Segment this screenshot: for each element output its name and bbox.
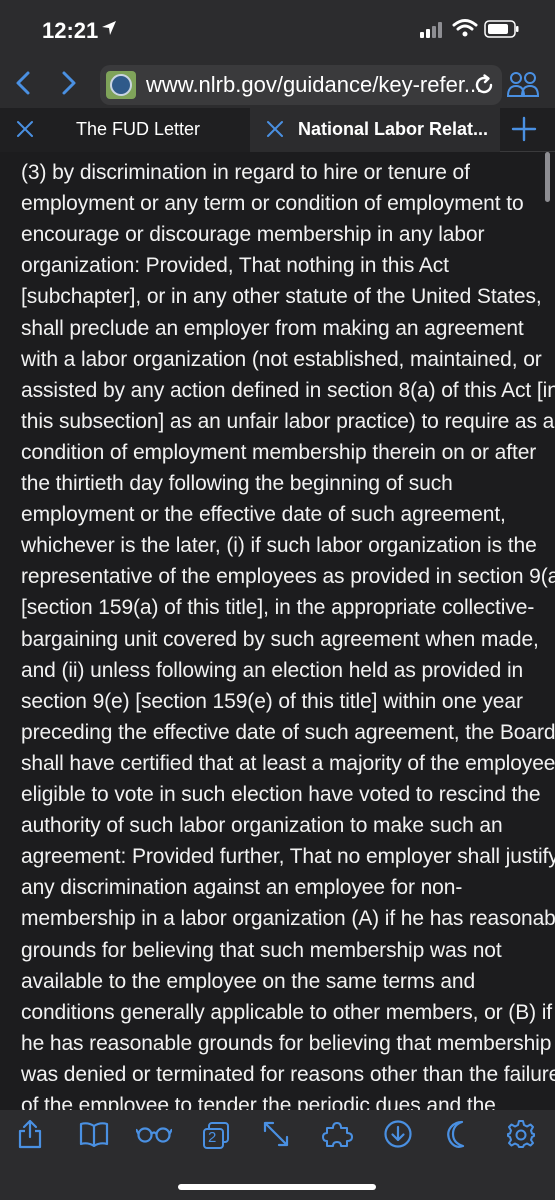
close-icon[interactable] — [16, 120, 34, 143]
bookmarks-icon — [79, 1121, 109, 1152]
resize-icon — [262, 1120, 290, 1153]
text-line: the thirtieth day following the beginnin… — [21, 472, 453, 495]
bookmarks-button[interactable] — [76, 1118, 112, 1154]
text-line: condition of employment membership there… — [21, 440, 537, 464]
url-text: www.nlrb.gov/guidance/key-refer... — [146, 72, 483, 97]
chevron-left-icon — [15, 70, 31, 101]
battery-icon — [484, 20, 520, 43]
tab-title: The FUD Letter — [76, 119, 201, 139]
settings-button[interactable] — [503, 1118, 539, 1154]
reload-icon[interactable] — [472, 73, 496, 102]
text-line: [section 159(a) of this title], in the a… — [21, 596, 535, 620]
location-arrow-icon — [100, 19, 118, 42]
site-favicon — [106, 71, 136, 99]
text-line: organization: Provided, That nothing in … — [21, 254, 449, 278]
text-line: [subchapter], or in any other statute of… — [21, 285, 542, 309]
text-line: assisted by any action defined in sectio… — [21, 378, 555, 402]
resize-button[interactable] — [258, 1118, 294, 1154]
extensions-icon — [321, 1120, 355, 1153]
close-icon[interactable] — [266, 120, 284, 143]
text-line: eligible to vote in such election have v… — [21, 783, 541, 806]
text-line: shall have certified that at least a maj… — [21, 751, 555, 775]
status-time: 12:21 — [42, 18, 99, 43]
text-line: membership in a labor organization (A) i… — [21, 907, 555, 931]
status-bar: 12:21 — [0, 0, 555, 62]
download-icon — [383, 1119, 413, 1154]
share-button[interactable] — [12, 1118, 48, 1154]
text-line: employment or any term or condition of e… — [21, 192, 524, 216]
navigation-bar: www.nlrb.gov/guidance/key-refer... — [0, 62, 555, 108]
text-line: shall preclude an employer from making a… — [21, 316, 524, 340]
wifi-icon — [452, 18, 478, 43]
download-button[interactable] — [380, 1118, 416, 1154]
tabs-icon: 2 — [201, 1121, 231, 1151]
text-line: he has reasonable grounds for believing … — [21, 1031, 552, 1055]
chevron-right-icon — [61, 70, 77, 101]
text-line: was denied or terminated for reasons oth… — [21, 1062, 555, 1086]
text-line: and (ii) unless following an election he… — [21, 658, 524, 682]
reader-glasses-icon — [135, 1124, 173, 1149]
tab-bar: The FUD Letter National Labor Relat... — [0, 108, 555, 152]
share-icon — [17, 1119, 43, 1154]
tabs-button[interactable]: 2 — [198, 1118, 234, 1154]
text-line: encourage or discourage membership in an… — [21, 223, 485, 247]
back-button[interactable] — [8, 62, 38, 108]
reader-button[interactable] — [135, 1118, 173, 1154]
text-line: employment or the effective date of such… — [21, 503, 506, 527]
night-mode-icon — [446, 1119, 474, 1154]
tab-title: National Labor Relat... — [298, 119, 489, 139]
text-line: with a labor organization (not establish… — [21, 347, 542, 371]
shared-users-icon[interactable] — [506, 70, 540, 105]
text-line: representative of the employees as provi… — [21, 565, 555, 589]
cellular-signal-icon — [420, 22, 446, 43]
home-indicator — [178, 1184, 376, 1190]
text-line: preceding the effective date of such agr… — [21, 720, 555, 744]
tab-nlrb[interactable]: National Labor Relat... — [250, 108, 500, 152]
scrollbar[interactable] — [545, 152, 550, 202]
text-line: whichever is the later, (i) if such labo… — [21, 534, 537, 558]
tab-fud-letter[interactable]: The FUD Letter — [0, 108, 250, 152]
night-mode-button[interactable] — [442, 1118, 478, 1154]
text-line: available to the employee on the same te… — [21, 969, 476, 993]
text-line: section 9(e) [section 159(e) of this tit… — [21, 689, 523, 713]
gear-icon — [506, 1119, 536, 1154]
url-field[interactable]: www.nlrb.gov/guidance/key-refer... — [100, 65, 502, 105]
page-content: (3) by discrimination in regard to hire … — [0, 152, 555, 1112]
text-line: any discrimination against an employee f… — [21, 876, 463, 900]
extensions-button[interactable] — [320, 1118, 356, 1154]
text-line: grounds for believing that such membersh… — [21, 938, 502, 962]
text-line: authority of such labor organization to … — [21, 814, 503, 838]
text-line: agreement: Provided further, That no emp… — [21, 845, 555, 869]
forward-button[interactable] — [54, 62, 84, 108]
plus-icon[interactable] — [511, 116, 537, 147]
text-line: (3) by discrimination in regard to hire … — [21, 161, 470, 184]
text-line: conditions generally applicable to other… — [21, 1000, 553, 1024]
text-line: bargaining unit covered by such agreemen… — [21, 627, 539, 651]
text-line: this subsection] as an unfair labor prac… — [21, 409, 555, 433]
tab-count: 2 — [208, 1129, 217, 1146]
